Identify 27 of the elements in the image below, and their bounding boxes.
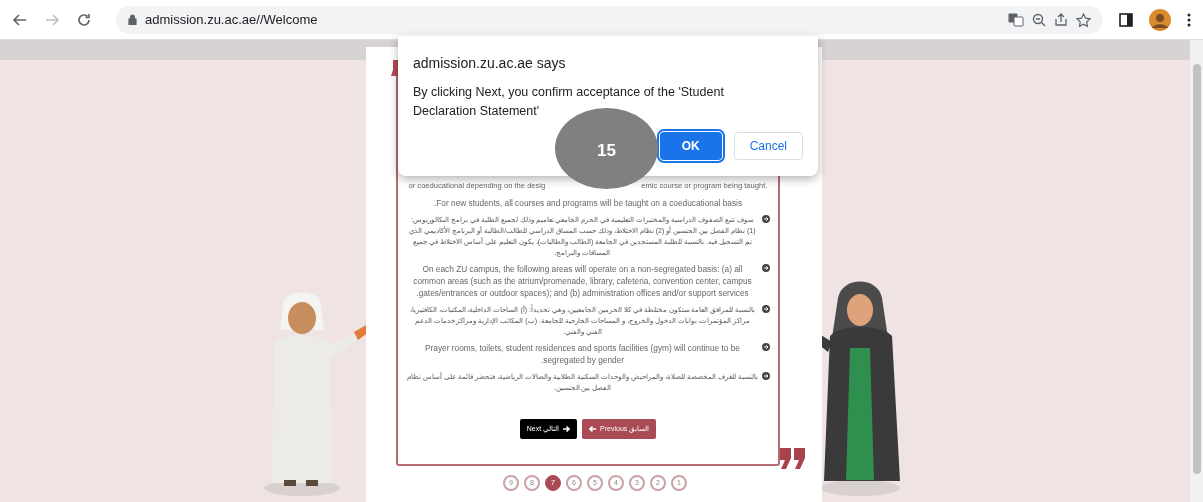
side-panel-icon[interactable] xyxy=(1119,12,1133,27)
zoom-icon[interactable] xyxy=(1032,12,1046,27)
dialog-title: admission.zu.ac.ae says xyxy=(413,54,567,73)
arrow-icon xyxy=(562,425,571,433)
avatar-icon[interactable] xyxy=(1149,8,1171,31)
bullet-icon xyxy=(762,215,770,223)
ok-button[interactable]: OK xyxy=(659,132,722,160)
translate-icon[interactable] xyxy=(1008,12,1024,27)
share-icon[interactable] xyxy=(1054,12,1068,27)
declaration-paragraph: On each ZU campus, the following areas will operate on a non-segregated basis: (a) all common areas (such as the atrium/promenade, library, cafeteria, convention center, campus gates/entrances or outdoor spaces); and (b) administration offices and/or support services. xyxy=(412,263,753,299)
declaration-paragraph: For new students, all courses and programs will be taught on a coeducational basis. xyxy=(433,197,743,209)
scrollbar[interactable] xyxy=(1190,40,1203,502)
address-bar[interactable]: admission.zu.ac.ae//Welcome xyxy=(116,5,1103,34)
arrow-icon xyxy=(589,425,598,433)
back-icon[interactable] xyxy=(12,11,28,28)
bullet-icon xyxy=(762,343,770,351)
cancel-button[interactable]: Cancel xyxy=(733,132,803,160)
url-text: admission.zu.ac.ae//Welcome xyxy=(145,10,318,29)
dialog-message: By clicking Next, you confirm acceptance of the 'Student Declaration Statement' xyxy=(413,84,725,120)
menu-icon[interactable] xyxy=(1187,12,1191,27)
bullet-icon xyxy=(762,372,770,380)
bullet-icon xyxy=(762,305,770,313)
star-icon[interactable] xyxy=(1076,12,1091,27)
declaration-paragraph: Prayer rooms, toilets, student residences and sports facilities (gym) will continue to be segregated by gender. xyxy=(424,342,741,366)
reload-icon[interactable] xyxy=(76,11,92,28)
bullet-icon xyxy=(762,264,770,272)
lock-icon xyxy=(128,14,137,25)
